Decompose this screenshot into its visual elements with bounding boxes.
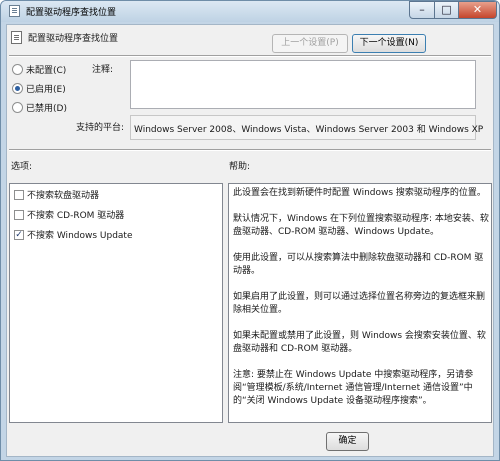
option-no-cdrom-checkbox[interactable]: [14, 209, 24, 220]
radio-not-configured-label: 未配置(C): [26, 66, 67, 76]
comment-textarea[interactable]: [130, 60, 476, 109]
option-no-cdrom[interactable]: 不搜索 CD-ROM 驱动器: [14, 209, 125, 222]
next-setting-button[interactable]: 下一个设置(N): [352, 34, 426, 53]
radio-disabled-label: 已禁用(D): [26, 104, 67, 114]
option-no-windows-update[interactable]: ✓ 不搜索 Windows Update: [14, 229, 133, 242]
options-label: 选项:: [11, 162, 33, 172]
maximize-button[interactable]: □: [435, 1, 459, 19]
setting-title: 配置驱动程序查找位置: [28, 34, 119, 44]
help-paragraph: 使用此设置，可以从搜索算法中删除软盘驱动器和 CD-ROM 驱动器。: [233, 253, 484, 276]
ok-button[interactable]: 确定: [326, 432, 369, 451]
option-no-windows-update-label: 不搜索 Windows Update: [27, 231, 133, 241]
comment-label: 注释:: [92, 65, 114, 75]
help-paragraph: 如果未配置或禁用了此设置，则 Windows 会搜索安装位置、软盘驱动器和 CD…: [233, 331, 486, 354]
platform-value: Windows Server 2008、Windows Vista、Window…: [134, 125, 484, 135]
help-paragraph: 此设置会在找到新硬件时配置 Windows 搜索驱动程序的位置。: [233, 188, 486, 198]
options-panel: 不搜索软盘驱动器 不搜索 CD-ROM 驱动器 ✓ 不搜索 Windows Upd…: [9, 183, 223, 423]
option-no-windows-update-checkbox[interactable]: ✓: [14, 229, 24, 240]
dialog-window: 配置驱动程序查找位置 – □ ✕ 配置驱动程序查找位置 上一个设置(P) 下一个…: [0, 0, 500, 461]
help-panel[interactable]: 此设置会在找到新硬件时配置 Windows 搜索驱动程序的位置。 默认情况下，W…: [228, 183, 492, 423]
radio-not-configured-button[interactable]: [12, 64, 23, 75]
body-divider: [9, 149, 491, 151]
help-paragraph: 如果启用了此设置，则可以通过选择位置名称旁边的复选框来删除相关位置。: [233, 292, 486, 315]
setting-icon: [11, 31, 22, 44]
radio-enabled[interactable]: 已启用(E): [12, 83, 66, 97]
option-no-floppy-checkbox[interactable]: [14, 189, 24, 200]
help-paragraph: 注意: 要禁止在 Windows Update 中搜索驱动程序，另请参阅“管理模…: [233, 370, 474, 406]
platform-label: 支持的平台:: [76, 123, 125, 133]
dialog-body: 配置驱动程序查找位置 上一个设置(P) 下一个设置(N) 未配置(C) 已启用(…: [6, 24, 494, 457]
radio-enabled-button[interactable]: [12, 83, 23, 94]
option-no-floppy[interactable]: 不搜索软盘驱动器: [14, 189, 100, 202]
platform-box: Windows Server 2008、Windows Vista、Window…: [130, 115, 483, 140]
radio-not-configured[interactable]: 未配置(C): [12, 64, 67, 78]
option-no-cdrom-label: 不搜索 CD-ROM 驱动器: [27, 211, 125, 221]
radio-disabled[interactable]: 已禁用(D): [12, 102, 67, 116]
help-label: 帮助:: [229, 162, 251, 172]
policy-icon: [9, 5, 20, 17]
minimize-button[interactable]: –: [409, 1, 435, 19]
help-paragraph: 默认情况下，Windows 在下列位置搜索驱动程序: 本地安装、软盘驱动器、CD…: [233, 214, 489, 237]
close-button[interactable]: ✕: [459, 1, 497, 19]
radio-enabled-label: 已启用(E): [26, 85, 66, 95]
radio-disabled-button[interactable]: [12, 102, 23, 113]
previous-setting-button[interactable]: 上一个设置(P): [272, 34, 348, 53]
header-divider: [9, 55, 491, 57]
option-no-floppy-label: 不搜索软盘驱动器: [27, 191, 100, 201]
title-bar[interactable]: 配置驱动程序查找位置 – □ ✕: [1, 1, 499, 22]
window-title: 配置驱动程序查找位置: [26, 8, 117, 18]
